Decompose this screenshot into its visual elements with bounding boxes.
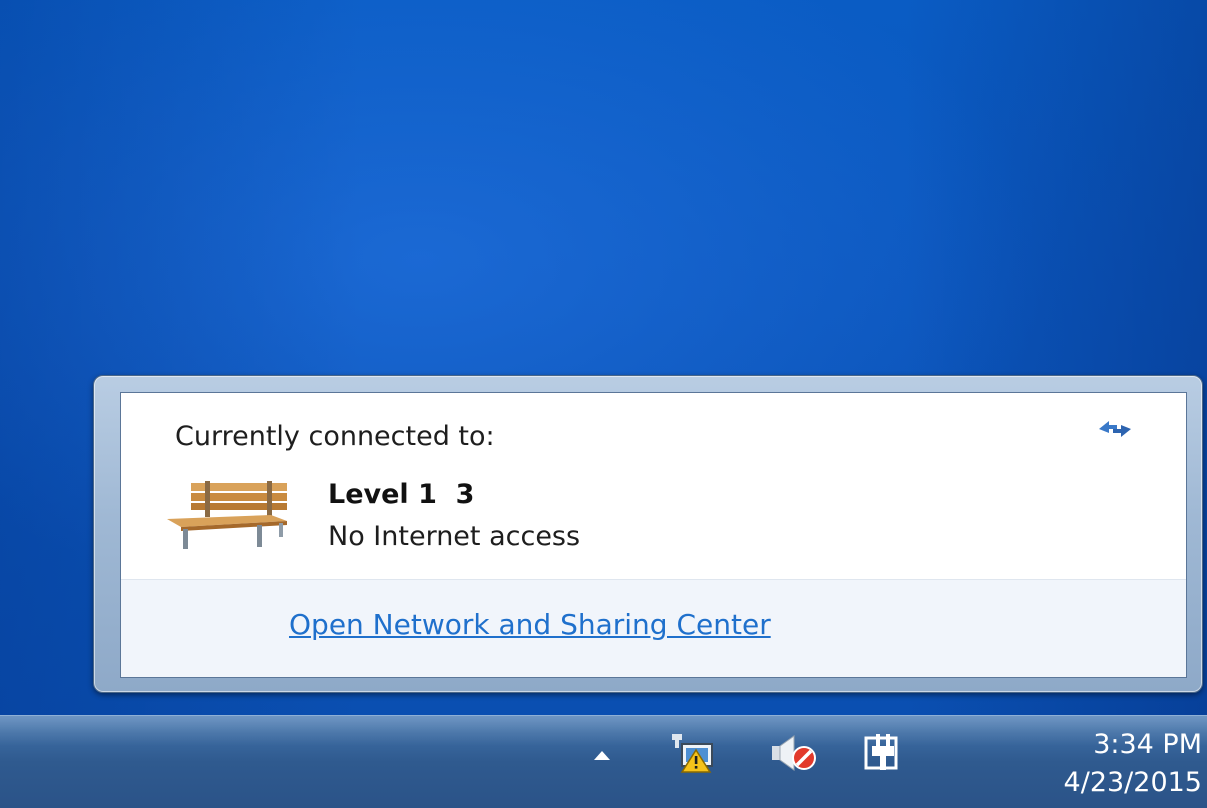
volume-muted-icon[interactable]	[768, 732, 818, 774]
network-flyout-panel: Currently connected to: Level 1 3 No Int…	[120, 392, 1187, 678]
taskbar: 3:34 PM 4/23/2015	[0, 715, 1207, 808]
flyout-title: Currently connected to:	[175, 421, 495, 452]
clock-date: 4/23/2015	[1063, 767, 1202, 798]
refresh-icon[interactable]	[1095, 415, 1135, 443]
show-hidden-icons-arrow-icon[interactable]	[590, 746, 614, 764]
park-bench-icon	[161, 481, 295, 551]
power-plug-icon[interactable]	[862, 732, 904, 774]
flyout-footer: Open Network and Sharing Center	[121, 579, 1186, 677]
network-name[interactable]: Level 1 3	[328, 479, 474, 510]
open-network-sharing-center-link[interactable]: Open Network and Sharing Center	[289, 608, 771, 641]
network-status: No Internet access	[328, 521, 581, 552]
clock-time: 3:34 PM	[1093, 729, 1202, 760]
network-flyout: Currently connected to: Level 1 3 No Int…	[93, 375, 1203, 693]
network-warning-icon[interactable]	[670, 732, 720, 774]
taskbar-clock[interactable]: 3:34 PM 4/23/2015	[970, 726, 1202, 802]
